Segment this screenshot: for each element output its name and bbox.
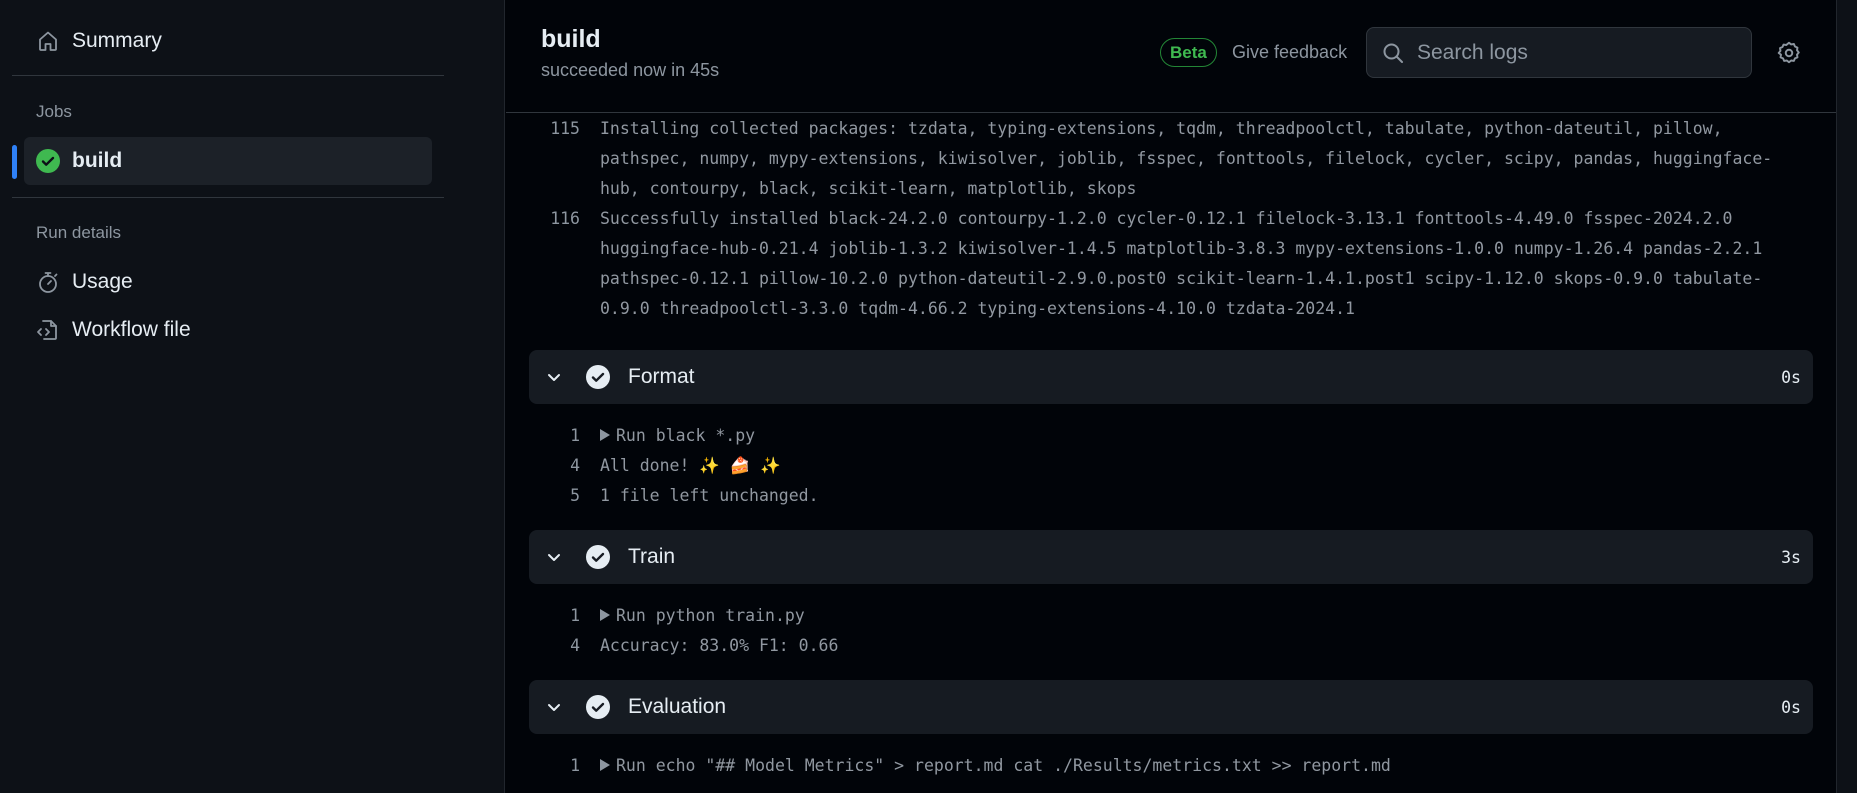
check-circle-icon [586,695,610,719]
log-line: 115 Installing collected packages: tzdat… [506,114,1790,204]
beta-badge: Beta [1160,38,1217,67]
line-text: Successfully installed black-24.2.0 cont… [600,209,1773,318]
chevron-down-icon [544,367,564,387]
chevron-down-icon [544,697,564,717]
log-line: 116 Successfully installed black-24.2.0 … [506,204,1790,324]
settings-gear-icon[interactable] [1776,40,1802,66]
log-line: 4 Accuracy: 83.0% F1: 0.66 [506,631,1790,661]
sidebar-item-label: Usage [72,270,133,293]
divider [12,75,444,76]
run-details-heading: Run details [36,223,122,242]
divider [12,197,444,198]
line-number[interactable]: 1 [506,751,600,781]
sidebar-item-summary[interactable]: Summary [24,17,432,65]
sidebar-item-build[interactable]: build [24,137,432,185]
sidebar: Summary Jobs build Run details Usage Wor… [0,0,505,793]
step-header-train[interactable]: Train 3s [529,530,1813,584]
expand-triangle-icon[interactable] [600,428,610,441]
log-line: 4 All done! ✨ 🍰 ✨ [506,451,1790,481]
give-feedback-link[interactable]: Give feedback [1232,42,1347,63]
log-line[interactable]: 1 Run python train.py [506,601,1790,631]
line-text: All done! ✨ 🍰 ✨ [600,456,781,475]
step-duration: 0s [1781,367,1801,387]
search-icon [1381,41,1405,65]
line-number[interactable]: 1 [506,601,600,631]
jobs-heading: Jobs [36,102,72,121]
sidebar-item-label: build [72,149,123,172]
chevron-down-icon [544,547,564,567]
step-header-format[interactable]: Format 0s [529,350,1813,404]
step-duration: 0s [1781,697,1801,717]
search-logs-input[interactable] [1417,40,1737,65]
check-circle-icon [586,545,610,569]
line-number[interactable]: 115 [506,114,600,204]
sidebar-item-usage[interactable]: Usage [24,258,432,306]
check-circle-fill-icon [36,149,60,173]
step-name: Train [628,545,676,568]
active-indicator [12,145,17,179]
line-number[interactable]: 4 [506,451,600,481]
step-name: Format [628,365,695,388]
log-viewer: 115 Installing collected packages: tzdat… [506,114,1836,793]
log-line[interactable]: 1 Run black *.py [506,421,1790,451]
expand-triangle-icon[interactable] [600,608,610,621]
line-text: Run black *.py [616,426,756,445]
search-logs-field[interactable] [1366,27,1752,78]
expand-triangle-icon[interactable] [600,758,610,771]
sidebar-item-label: Workflow file [72,318,191,341]
check-circle-icon [586,365,610,389]
line-text: Accuracy: 83.0% F1: 0.66 [600,636,839,655]
home-icon [36,29,60,53]
line-text: Run python train.py [616,606,805,625]
job-header: build succeeded now in 45s Beta Give fee… [506,0,1836,113]
step-duration: 3s [1781,547,1801,567]
line-text: 1 file left unchanged. [600,486,819,505]
step-name: Evaluation [628,695,727,718]
line-number[interactable]: 116 [506,204,600,324]
line-text: Installing collected packages: tzdata, t… [600,119,1773,198]
step-header-evaluation[interactable]: Evaluation 0s [529,680,1813,734]
line-number[interactable]: 1 [506,421,600,451]
file-code-icon [36,318,60,342]
page-title: build [541,25,601,53]
line-number[interactable]: 4 [506,631,600,661]
log-line: 5 1 file left unchanged. [506,481,1790,511]
scrollbar[interactable] [1836,0,1857,793]
job-status-text: succeeded now in 45s [541,60,720,80]
line-number[interactable]: 5 [506,481,600,511]
sidebar-item-label: Summary [72,29,162,52]
stopwatch-icon [36,270,60,294]
line-text: Run echo "## Model Metrics" > report.md … [616,756,1391,775]
log-line[interactable]: 1 Run echo "## Model Metrics" > report.m… [506,751,1790,781]
sidebar-item-workflow-file[interactable]: Workflow file [24,306,432,354]
